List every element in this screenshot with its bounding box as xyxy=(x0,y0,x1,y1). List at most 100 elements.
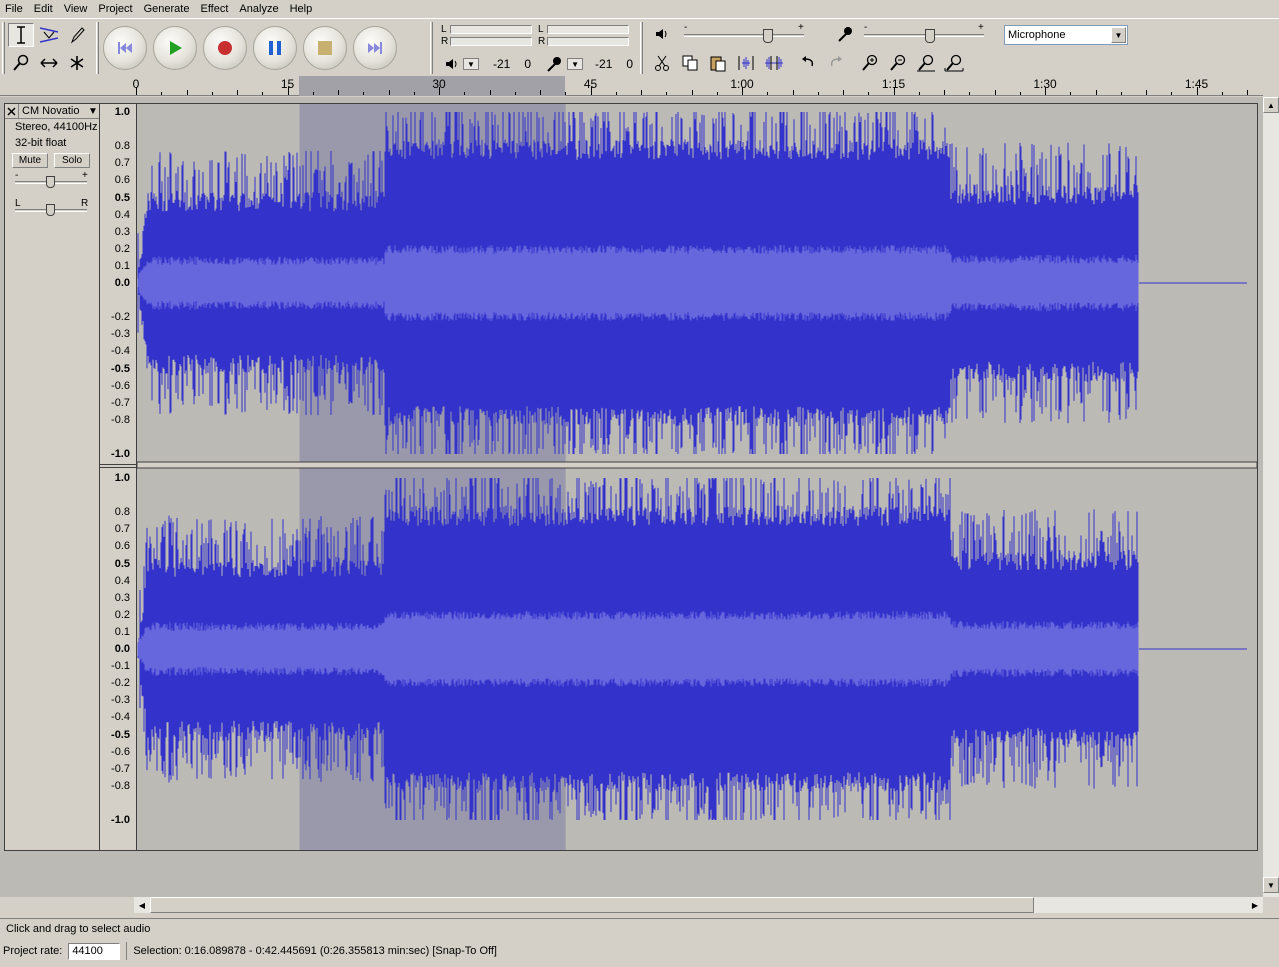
draw-tool-button[interactable] xyxy=(64,23,90,47)
ruler-tick xyxy=(716,92,718,95)
amplitude-label: 0.4 xyxy=(114,574,130,587)
ibeam-select-icon xyxy=(17,26,25,44)
stop-icon xyxy=(318,41,332,55)
waveform-view[interactable] xyxy=(136,103,1258,851)
fit-project-button[interactable] xyxy=(940,52,968,74)
pause-button[interactable] xyxy=(250,23,300,73)
toolbar-grip[interactable] xyxy=(96,22,99,74)
amplitude-label: 1.0 xyxy=(114,106,130,118)
play-button[interactable] xyxy=(150,23,200,73)
ruler-tick xyxy=(1045,87,1046,95)
paste-icon xyxy=(710,56,726,72)
toolbar-area: L R L R ▼ -21 0 ▼ -21 0 - + - + Micropho… xyxy=(0,18,1279,76)
rec-meter-dropdown[interactable]: ▼ xyxy=(567,58,584,70)
stop-button[interactable] xyxy=(300,23,350,73)
waveform-canvas[interactable] xyxy=(137,104,1257,850)
ruler-tick xyxy=(1120,92,1122,95)
multi-tool-button[interactable] xyxy=(64,51,90,75)
menu-view[interactable]: View xyxy=(59,0,94,18)
rec-meter-left[interactable] xyxy=(547,25,629,34)
fit-selection-button[interactable] xyxy=(912,52,940,74)
speaker-icon xyxy=(446,59,457,69)
play-meter-right[interactable] xyxy=(450,37,532,46)
zoom-in-button[interactable] xyxy=(856,52,884,74)
skip-end-button[interactable] xyxy=(350,23,400,73)
output-volume-thumb[interactable] xyxy=(763,29,773,43)
horizontal-scroll-thumb[interactable] xyxy=(150,897,1034,913)
menu-edit[interactable]: Edit xyxy=(29,0,59,18)
play-meter-db: -21 xyxy=(493,57,511,71)
horizontal-scrollbar[interactable]: ◀ ▶ xyxy=(134,897,1263,913)
skip-end-icon xyxy=(368,42,382,54)
amplitude-label: -0.8 xyxy=(111,413,130,426)
scroll-down-button[interactable]: ▼ xyxy=(1263,877,1279,893)
record-icon xyxy=(218,41,232,55)
fit-project-icon xyxy=(944,54,964,72)
input-volume-thumb[interactable] xyxy=(925,29,935,43)
tools-toolbar xyxy=(8,23,92,73)
amplitude-label: 0.7 xyxy=(114,157,130,170)
menu-file[interactable]: File xyxy=(0,0,29,18)
meter-toolbar: L R L R xyxy=(440,22,630,50)
gain-minus-label: - xyxy=(15,170,19,181)
amplitude-label: 0.2 xyxy=(114,242,130,255)
chevron-down-icon: ▼ xyxy=(1111,27,1126,43)
mute-button[interactable]: Mute xyxy=(12,153,48,168)
ruler-tick xyxy=(237,90,238,95)
ruler-tick xyxy=(211,92,213,95)
trim-button[interactable] xyxy=(732,52,760,74)
selection-tool-button[interactable] xyxy=(8,23,34,47)
toolbar-grip[interactable] xyxy=(640,22,643,74)
input-volume-slider[interactable] xyxy=(864,34,984,37)
zoom-icon xyxy=(13,54,29,71)
menu-analyze[interactable]: Analyze xyxy=(234,0,284,18)
solo-button[interactable]: Solo xyxy=(54,153,90,168)
vertical-scrollbar[interactable]: ▲ ▼ xyxy=(1263,97,1279,897)
toolbar-grip[interactable] xyxy=(2,22,5,74)
pan-slider-thumb[interactable] xyxy=(46,204,55,216)
play-icon xyxy=(170,41,182,55)
cut-button[interactable] xyxy=(648,52,676,74)
scroll-left-button[interactable]: ◀ xyxy=(134,897,150,913)
output-volume-slider[interactable] xyxy=(684,34,804,37)
ruler-tick xyxy=(1070,92,1072,95)
menu-project[interactable]: Project xyxy=(93,0,138,18)
zoom-out-button[interactable] xyxy=(884,52,912,74)
undo-button[interactable] xyxy=(794,52,822,74)
paste-button[interactable] xyxy=(704,52,732,74)
input-plus-label: + xyxy=(978,22,984,33)
menu-effect[interactable]: Effect xyxy=(195,0,234,18)
ruler-tick xyxy=(363,92,365,95)
amplitude-label: 0.6 xyxy=(114,174,130,187)
gain-slider-thumb[interactable] xyxy=(46,176,55,188)
amplitude-ruler[interactable]: 1.0 0.8 0.7 0.6 0.5 0.4 0.3 0.2 0.1 0.0 -0.2 -0.3 -0… xyxy=(100,103,136,851)
ruler-tick xyxy=(767,92,769,95)
copy-button[interactable] xyxy=(676,52,704,74)
silence-button[interactable] xyxy=(760,52,788,74)
input-source-select[interactable]: Microphone ▼ xyxy=(1004,25,1128,45)
ruler-tick xyxy=(918,92,920,95)
track-name-menu[interactable]: CM Novatio xyxy=(19,105,87,117)
zoom-tool-button[interactable] xyxy=(8,51,34,75)
play-meter-left[interactable] xyxy=(450,25,532,34)
chevron-down-icon[interactable]: ▼ xyxy=(87,106,99,117)
ruler-tick xyxy=(590,87,592,95)
track-close-button[interactable] xyxy=(5,104,19,118)
rec-meter-right[interactable] xyxy=(547,37,629,46)
play-meter-dropdown[interactable]: ▼ xyxy=(463,58,479,70)
menu-generate[interactable]: Generate xyxy=(139,0,196,18)
ruler-tick xyxy=(666,92,668,95)
toolbar-grip[interactable] xyxy=(430,22,433,74)
ruler-tick xyxy=(691,90,693,95)
timeshift-tool-button[interactable] xyxy=(36,51,62,75)
timeline-ruler[interactable]: 0 15 30 45 1:00 1:15 1:30 1:45 xyxy=(0,76,1263,96)
redo-button[interactable] xyxy=(822,52,850,74)
project-rate-field[interactable]: 44100 xyxy=(68,942,121,960)
record-button[interactable] xyxy=(200,23,250,73)
amplitude-label: -0.4 xyxy=(111,711,130,724)
skip-start-button[interactable] xyxy=(100,23,150,73)
envelope-tool-button[interactable] xyxy=(36,23,62,47)
scroll-up-button[interactable]: ▲ xyxy=(1263,97,1279,113)
scroll-right-button[interactable]: ▶ xyxy=(1247,897,1263,913)
menu-help[interactable]: Help xyxy=(285,0,319,18)
